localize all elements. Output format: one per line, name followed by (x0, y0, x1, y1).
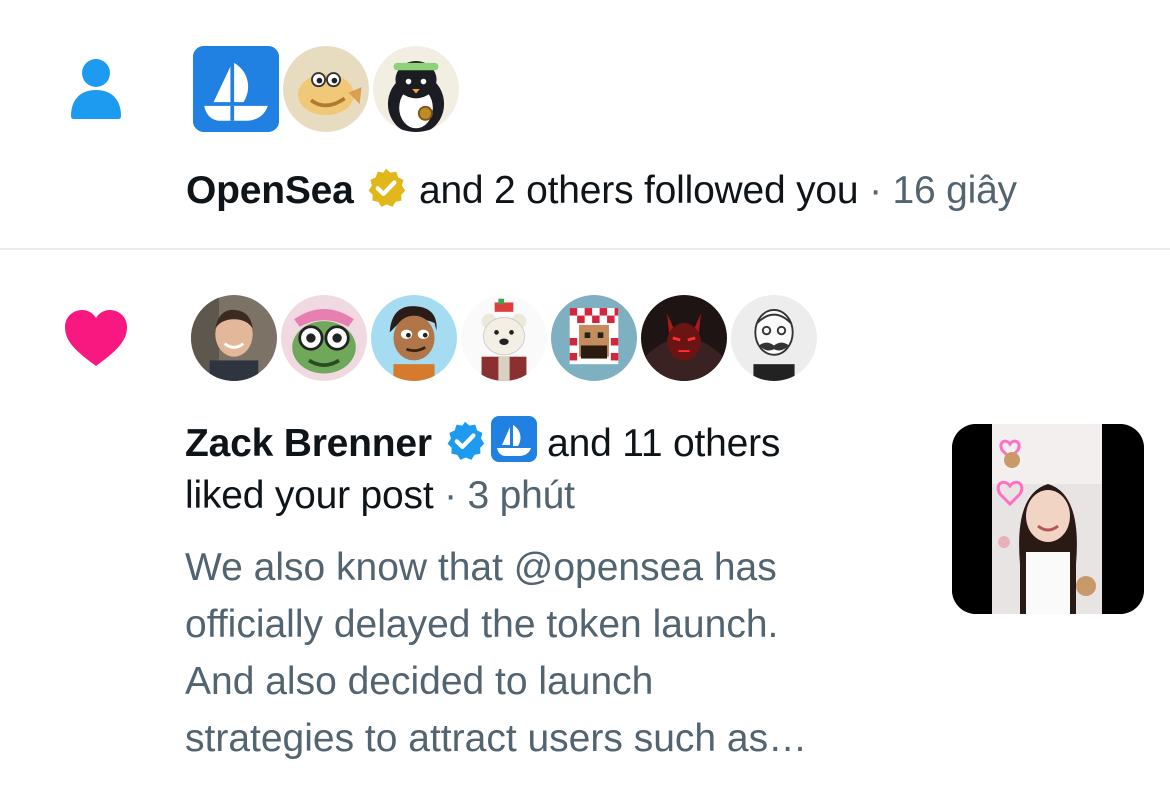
post-preview-line: officially delayed the token launch. (185, 603, 779, 646)
post-preview-line: We also know that @opensea has (185, 546, 777, 589)
blue-verified-badge-icon (443, 419, 487, 463)
opensea-logo-avatar[interactable] (190, 43, 282, 135)
follower-name[interactable]: OpenSea (186, 169, 354, 212)
like-notification[interactable]: Zack Brenner and 11 others liked your po… (0, 250, 1170, 789)
heart-icon (63, 308, 129, 368)
person-icon (70, 58, 122, 120)
cartoon-man-avatar[interactable] (368, 292, 460, 384)
like-summary-line2: liked your post · 3 phút (185, 474, 575, 518)
follow-notification[interactable]: OpenSea and 2 others followed you · 16 g… (0, 0, 1170, 250)
polar-bear-avatar[interactable] (458, 292, 550, 384)
man-photo-avatar[interactable] (188, 292, 280, 384)
sketch-man-avatar[interactable] (728, 292, 820, 384)
post-preview-text[interactable]: We also know that @opensea has officiall… (185, 539, 925, 767)
like-action-line2: liked your post (185, 474, 434, 517)
liker-name[interactable]: Zack Brenner (185, 422, 432, 465)
separator-dot: · (869, 169, 882, 212)
like-summary-line1: Zack Brenner and 11 others (185, 416, 780, 466)
post-preview-line: strategies to attract users such as… (185, 717, 808, 760)
follower-avatars (190, 43, 462, 135)
frog-nft-avatar[interactable] (278, 292, 370, 384)
like-timestamp: 3 phút (467, 474, 575, 517)
pixel-arab-avatar[interactable] (548, 292, 640, 384)
red-demon-avatar[interactable] (638, 292, 730, 384)
like-action-line1: and 11 others (547, 422, 781, 465)
cartoon-fish-avatar[interactable] (280, 43, 372, 135)
follow-action-text: and 2 others followed you (418, 169, 859, 212)
post-media-thumbnail[interactable] (952, 424, 1144, 614)
follow-summary: OpenSea and 2 others followed you · 16 g… (186, 166, 1017, 213)
post-preview-line: And also decided to launch (185, 660, 654, 703)
gold-verified-badge-icon (364, 166, 408, 210)
separator-dot: · (444, 474, 457, 517)
follow-timestamp: 16 giây (892, 169, 1018, 212)
opensea-affiliate-badge-icon[interactable] (490, 416, 537, 462)
liker-avatars (188, 292, 820, 384)
penguin-avatar[interactable] (370, 43, 462, 135)
